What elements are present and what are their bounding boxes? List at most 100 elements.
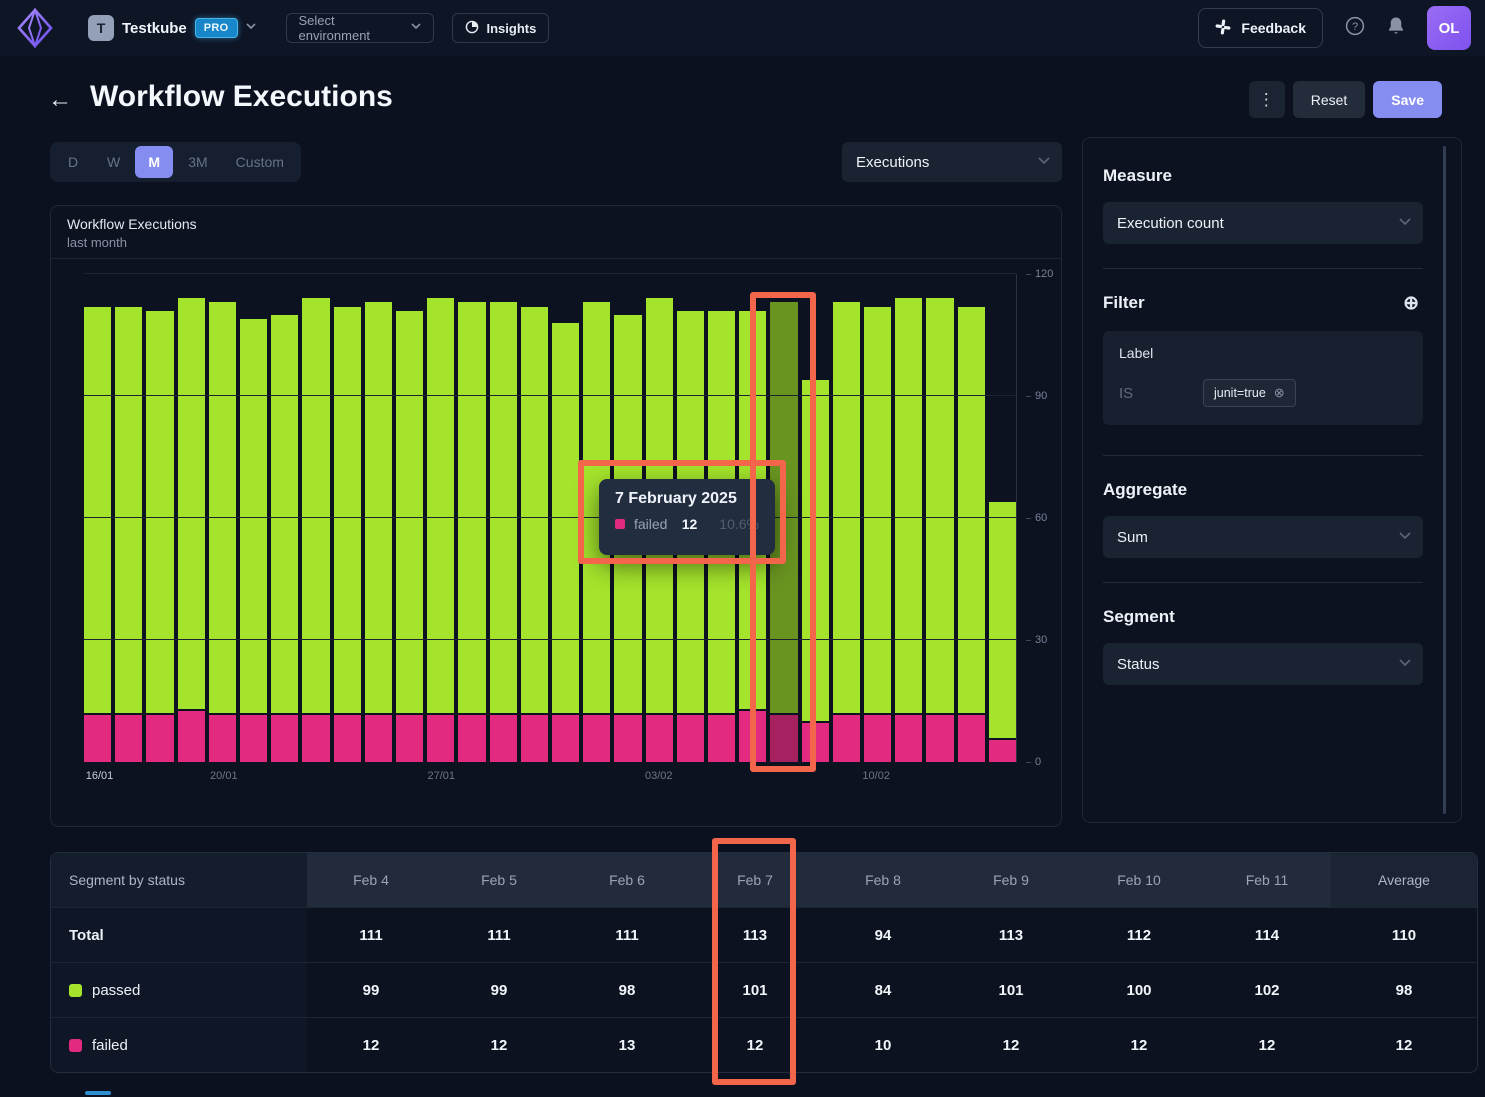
bar-failed-segment (895, 715, 922, 762)
add-filter-icon[interactable]: ⊕ (1403, 294, 1419, 313)
chart-bar-18-01[interactable] (146, 311, 173, 762)
remove-chip-icon[interactable]: ⊗ (1274, 385, 1285, 401)
bar-failed-segment (240, 715, 267, 762)
environment-select[interactable]: Select environment (286, 13, 434, 43)
save-button[interactable]: Save (1373, 81, 1442, 118)
divider (1103, 455, 1423, 456)
horizontal-scrollbar-thumb[interactable] (85, 1091, 111, 1095)
filter-heading: Filter ⊕ (1103, 293, 1441, 313)
more-options-button[interactable]: ⋮ (1249, 81, 1285, 118)
chart-bar-19-01[interactable] (178, 298, 205, 762)
measure-select[interactable]: Execution count (1103, 202, 1423, 244)
chart-bar-31-01[interactable] (552, 323, 579, 762)
chevron-down-icon (1399, 218, 1409, 228)
measure-heading: Measure (1103, 166, 1441, 186)
chart-bar-21-01[interactable] (240, 319, 267, 762)
tab-day[interactable]: D (54, 146, 92, 178)
chart-bar-12-02[interactable] (926, 298, 953, 762)
back-button[interactable]: ← (48, 86, 72, 114)
bar-passed-segment (864, 307, 891, 714)
tab-custom[interactable]: Custom (223, 146, 297, 178)
divider (1103, 582, 1423, 583)
insights-button[interactable]: Insights (452, 13, 550, 43)
bar-passed-segment (178, 298, 205, 709)
table-cell: 112 (1075, 908, 1203, 962)
chart-bar-14-02[interactable] (989, 502, 1016, 762)
bar-passed-segment (490, 302, 517, 713)
chart-bar-27-01[interactable] (427, 298, 454, 762)
table-cell: 98 (563, 963, 691, 1017)
org-switcher[interactable]: T Testkube PRO (88, 15, 256, 41)
tab-week[interactable]: W (94, 146, 133, 178)
chart-bar-09-02[interactable] (833, 302, 860, 762)
chart-bar-08-02[interactable] (802, 380, 829, 762)
table-cell: 111 (435, 908, 563, 962)
filter-field-label: Label (1119, 345, 1407, 361)
reset-button[interactable]: Reset (1293, 81, 1366, 118)
table-cell: 12 (691, 1018, 819, 1072)
x-axis-label: 03/02 (645, 770, 673, 782)
metric-select[interactable]: Executions (842, 142, 1062, 182)
segment-select[interactable]: Status (1103, 643, 1423, 685)
table-cell: 113 (691, 908, 819, 962)
chevron-down-icon (1399, 659, 1409, 669)
chevron-down-icon (1399, 532, 1409, 542)
help-icon[interactable]: ? (1345, 16, 1365, 41)
filter-chip[interactable]: junit=true ⊗ (1203, 379, 1296, 407)
chart-bar-20-01[interactable] (209, 302, 236, 762)
chart-bar-25-01[interactable] (365, 302, 392, 762)
bell-icon[interactable] (1387, 16, 1405, 41)
table-header-cell: Feb 4 (307, 853, 435, 907)
chart-bar-13-02[interactable] (958, 307, 985, 762)
org-avatar: T (88, 15, 114, 41)
table-cell: 84 (819, 963, 947, 1017)
chart-bar-11-02[interactable] (895, 298, 922, 762)
testkube-logo-icon[interactable] (16, 8, 54, 48)
segment-table: Segment by status Feb 4Feb 5Feb 6Feb 7Fe… (50, 852, 1478, 1073)
bar-failed-segment (989, 740, 1016, 762)
table-cell: 101 (947, 963, 1075, 1017)
table-cell: 99 (307, 963, 435, 1017)
y-axis-line (1016, 274, 1017, 762)
chart-bar-26-01[interactable] (396, 311, 423, 762)
gridline (84, 639, 1016, 640)
chart-bar-24-01[interactable] (334, 307, 361, 762)
environment-select-label: Select environment (299, 13, 403, 43)
chart-bar-16-01[interactable] (84, 307, 111, 762)
bar-failed-segment (115, 715, 142, 762)
chart-bar-17-01[interactable] (115, 307, 142, 762)
row-label: Total (69, 927, 104, 944)
bar-passed-segment (146, 311, 173, 714)
bar-failed-segment (583, 715, 610, 762)
user-avatar[interactable]: OL (1427, 6, 1471, 50)
chart-bar-22-01[interactable] (271, 315, 298, 762)
chart-bar-23-01[interactable] (302, 298, 329, 762)
bar-failed-segment (552, 715, 579, 762)
bar-passed-segment (334, 307, 361, 714)
tab-month[interactable]: M (135, 146, 173, 178)
aggregate-select[interactable]: Sum (1103, 516, 1423, 558)
feedback-button[interactable]: Feedback (1198, 8, 1323, 48)
bar-passed-segment (802, 380, 829, 722)
y-axis-label: 90 (1026, 390, 1066, 402)
chart-bar-30-01[interactable] (521, 307, 548, 762)
chart-bar-28-01[interactable] (458, 302, 485, 762)
bar-failed-segment (271, 715, 298, 762)
bar-failed-segment (677, 715, 704, 762)
bar-failed-segment (490, 715, 517, 762)
table-cell: 113 (947, 908, 1075, 962)
app-root: T Testkube PRO Select environment Insigh… (0, 0, 1485, 1097)
chart-bar-29-01[interactable] (490, 302, 517, 762)
table-header-cell: Feb 7 (691, 853, 819, 907)
tab-3month[interactable]: 3M (175, 146, 220, 178)
bar-passed-segment (396, 311, 423, 714)
sidebar-scrollbar[interactable] (1443, 146, 1446, 814)
bar-passed-segment (365, 302, 392, 713)
filter-operator: IS (1119, 385, 1203, 402)
chart-bar-10-02[interactable] (864, 307, 891, 762)
chevron-down-icon (1038, 157, 1048, 167)
table-header-cell: Average (1331, 853, 1477, 907)
table-header-cell: Feb 10 (1075, 853, 1203, 907)
table-cell: 110 (1331, 908, 1477, 962)
table-cell: 12 (307, 1018, 435, 1072)
